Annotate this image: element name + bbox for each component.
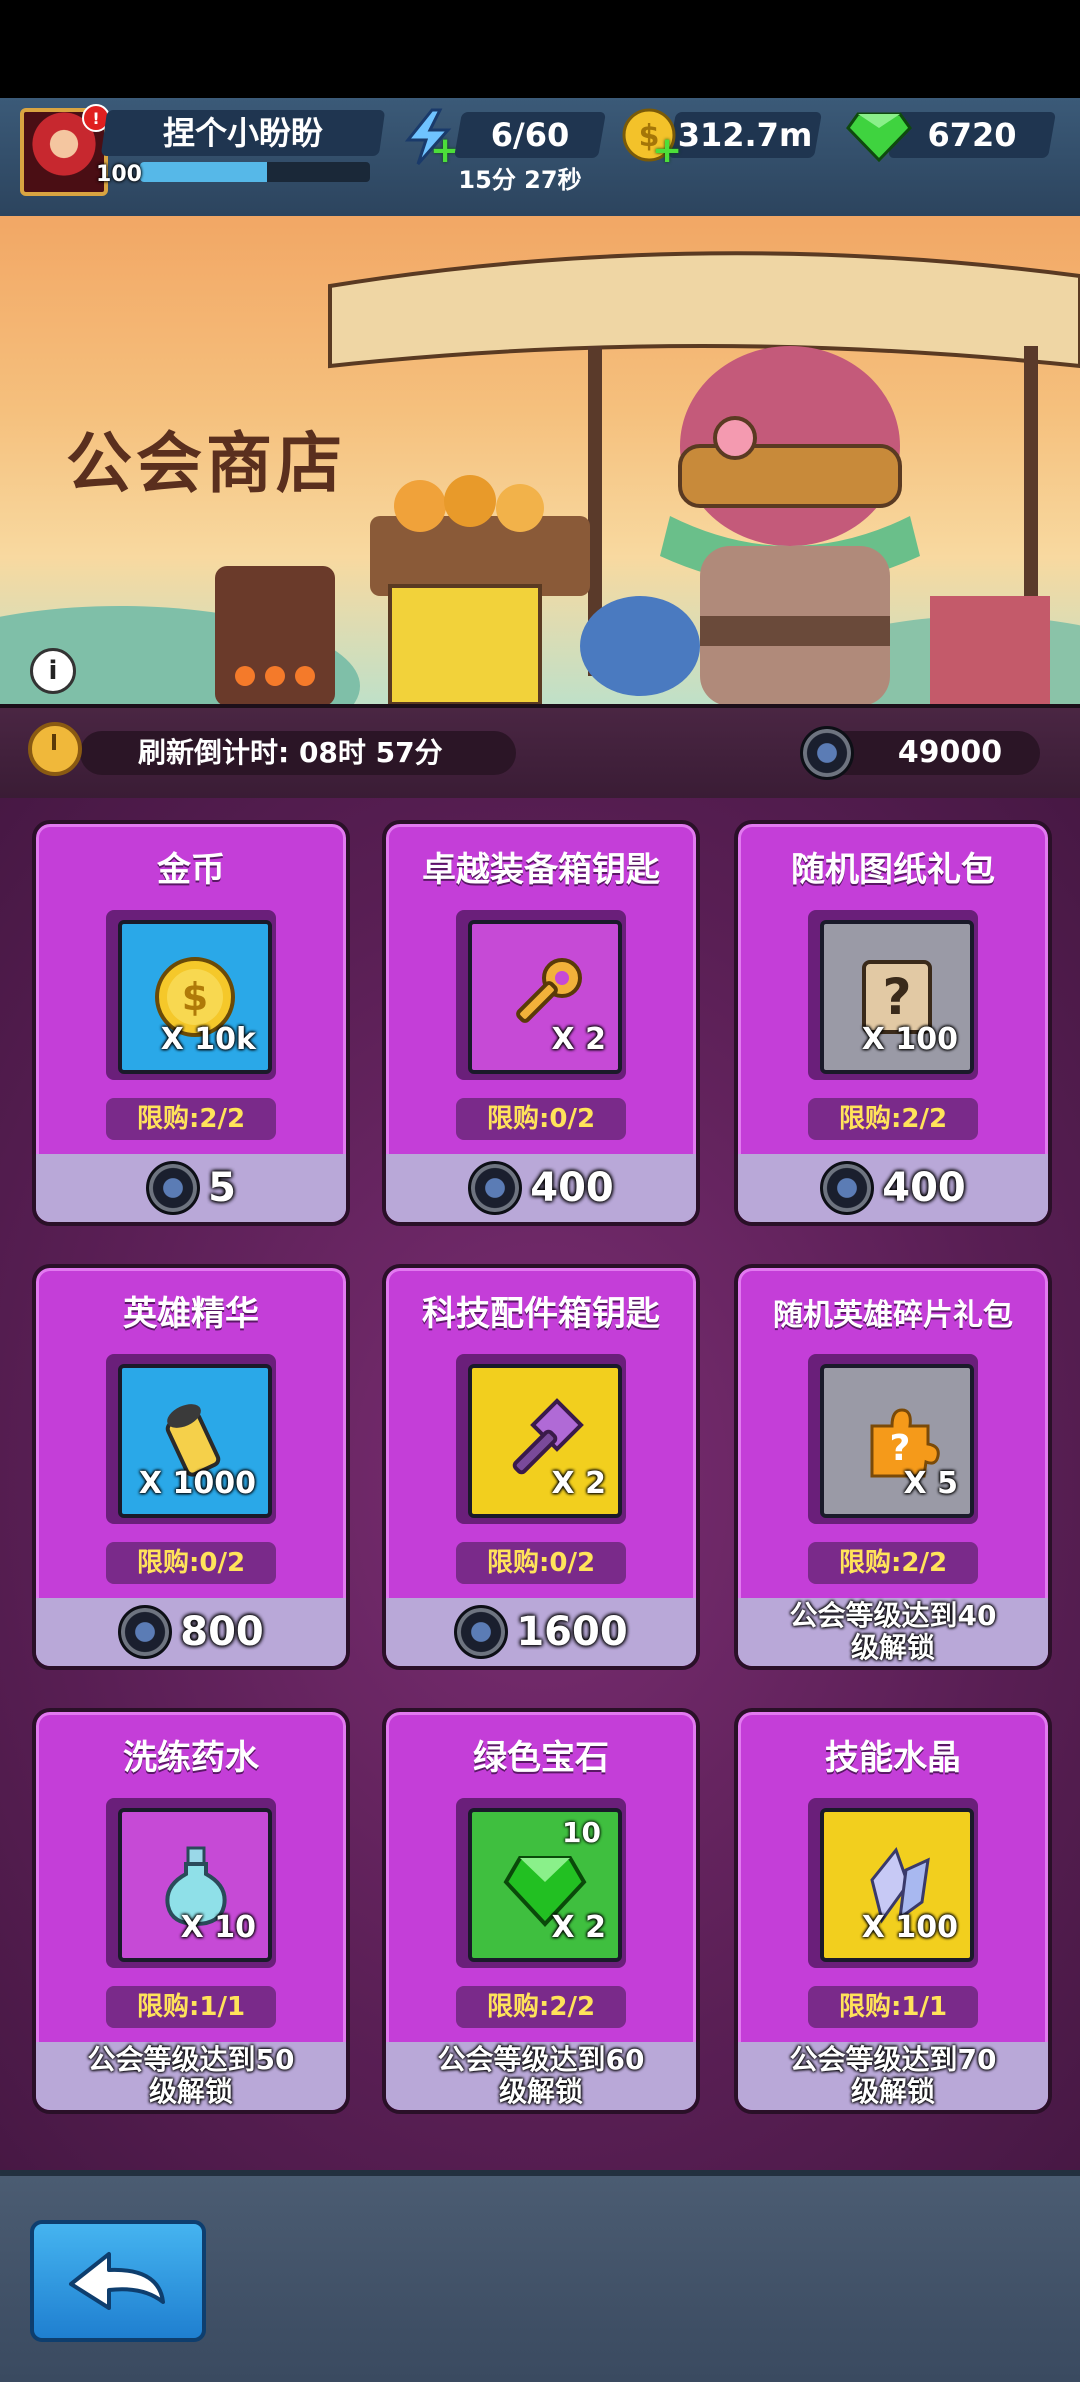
shop-item-card[interactable]: 科技配件箱钥匙 X 2 限购:0/2 1600	[382, 1264, 700, 1670]
item-quantity: X 2	[551, 1022, 606, 1057]
guild-token-icon	[820, 1161, 875, 1215]
item-quantity: X 100	[861, 1022, 958, 1057]
back-button[interactable]	[30, 2220, 206, 2342]
shop-grid: 金币 $ X 10k 限购:2/2 5 卓越装备箱钥匙 X 2 限购:0/2 400 随机图纸礼包…	[0, 798, 1080, 2170]
energy-value: 6/60	[490, 116, 570, 154]
buy-button[interactable]: 1600	[386, 1598, 696, 1666]
guild-token-icon	[468, 1161, 523, 1215]
buy-button[interactable]: 5	[36, 1154, 346, 1222]
guild-token-icon	[454, 1605, 509, 1659]
item-title: 金币	[157, 850, 225, 890]
gold-pill: 312.7m	[667, 112, 823, 158]
refresh-countdown: 刷新倒计时: 08时 57分	[138, 736, 443, 769]
shop-item-card[interactable]: 英雄精华 X 1000 限购:0/2 800	[32, 1264, 350, 1670]
unlock-requirement: 公会等级达到70级解锁	[789, 2043, 997, 2108]
add-gold-button[interactable]: +	[652, 130, 682, 171]
purchase-limit: 限购:0/2	[456, 1542, 626, 1584]
shop-item-card[interactable]: 技能水晶 X 100 限购:1/1 公会等级达到70级解锁	[734, 1708, 1052, 2114]
purchase-limit: 限购:2/2	[808, 1542, 978, 1584]
purchase-limit: 限购:2/2	[456, 1986, 626, 2028]
shop-item-card[interactable]: 随机图纸礼包? X 100 限购:2/2 400	[734, 820, 1052, 1226]
item-quantity: X 1000	[138, 1466, 256, 1501]
item-price: 400	[882, 1165, 966, 1211]
gem-value: 6720	[927, 116, 1017, 154]
green-gem-icon	[846, 112, 912, 162]
buy-button[interactable]: 400	[386, 1154, 696, 1222]
shop-item-card[interactable]: 洗练药水 X 10 限购:1/1 公会等级达到50级解锁	[32, 1708, 350, 2114]
shop-item-card[interactable]: 随机英雄碎片礼包? X 5 限购:2/2 公会等级达到40级解锁	[734, 1264, 1052, 1670]
shop-item-card[interactable]: 金币 $ X 10k 限购:2/2 5	[32, 820, 350, 1226]
item-title: 随机图纸礼包	[791, 850, 995, 890]
player-name: 捏个小盼盼	[162, 114, 323, 152]
guild-token-icon	[118, 1605, 173, 1659]
purchase-limit: 限购:0/2	[106, 1542, 276, 1584]
item-quantity: X 100	[861, 1910, 958, 1945]
item-price: 1600	[516, 1609, 628, 1655]
xp-bar-fill	[140, 162, 267, 182]
item-quantity: X 10	[180, 1910, 256, 1945]
svg-text:?: ?	[882, 968, 911, 1026]
item-level-badge: 10	[562, 1816, 601, 1849]
item-quantity: X 2	[551, 1466, 606, 1501]
item-title: 随机英雄碎片礼包	[773, 1298, 1013, 1333]
item-quantity: X 2	[551, 1910, 606, 1945]
info-button[interactable]: i	[30, 648, 76, 694]
purchase-limit: 限购:1/1	[106, 1986, 276, 2028]
buy-button[interactable]: 800	[36, 1598, 346, 1666]
item-title: 绿色宝石	[473, 1738, 609, 1778]
shop-title: 公会商店	[66, 425, 346, 502]
item-title: 技能水晶	[825, 1738, 961, 1778]
guild-token-icon	[800, 726, 854, 784]
purchase-limit: 限购:2/2	[106, 1098, 276, 1140]
unlock-requirement: 公会等级达到60级解锁	[437, 2043, 645, 2108]
player-level: 100	[96, 162, 142, 187]
item-title: 科技配件箱钥匙	[422, 1294, 660, 1334]
buy-button[interactable]: 400	[738, 1154, 1048, 1222]
item-price: 800	[180, 1609, 264, 1655]
purchase-limit: 限购:0/2	[456, 1098, 626, 1140]
shop-item-card[interactable]: 卓越装备箱钥匙 X 2 限购:0/2 400	[382, 820, 700, 1226]
back-arrow-icon	[69, 2252, 165, 2310]
unlock-requirement: 公会等级达到40级解锁	[789, 1599, 997, 1664]
item-quantity: X 10k	[160, 1022, 256, 1057]
item-quantity: X 5	[903, 1466, 958, 1501]
unlock-requirement: 公会等级达到50级解锁	[87, 2043, 295, 2108]
svg-text:?: ?	[890, 1428, 911, 1469]
purchase-limit: 限购:2/2	[808, 1098, 978, 1140]
player-name-panel: 捏个小盼盼	[100, 110, 386, 156]
guild-token-amount: 49000	[897, 735, 1003, 770]
item-price: 400	[530, 1165, 614, 1211]
svg-text:$: $	[182, 975, 208, 1019]
item-price: 5	[208, 1165, 236, 1211]
status-bar	[0, 0, 1080, 98]
item-title: 洗练药水	[123, 1738, 259, 1778]
energy-pill: 6/60	[453, 112, 607, 158]
item-title: 卓越装备箱钥匙	[422, 850, 660, 890]
shop-item-card[interactable]: 绿色宝石 X 2 10 限购:2/2 公会等级达到60级解锁	[382, 1708, 700, 2114]
gold-value: 312.7m	[677, 116, 813, 154]
xp-bar	[140, 162, 370, 182]
gem-pill: 6720	[887, 112, 1057, 158]
energy-timer: 15分 27秒	[458, 166, 582, 194]
purchase-limit: 限购:1/1	[808, 1986, 978, 2028]
guild-token-icon	[146, 1161, 201, 1215]
item-title: 英雄精华	[123, 1294, 259, 1334]
stopwatch-icon	[28, 722, 82, 776]
